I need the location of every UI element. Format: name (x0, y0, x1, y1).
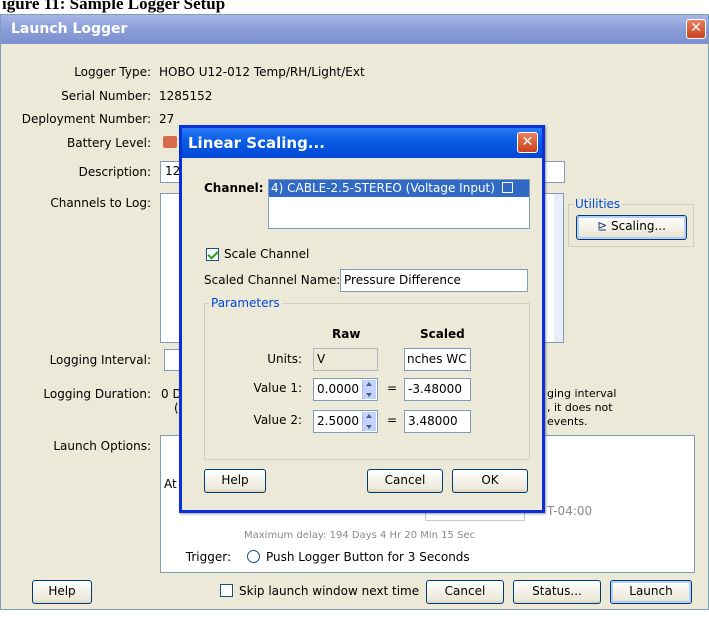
parameters-legend: Parameters (211, 296, 280, 310)
launch-button[interactable]: Launch (610, 580, 692, 604)
value1-raw-value: 0.0000 (317, 382, 359, 396)
dialog-title: Linear Scaling... (188, 134, 325, 152)
scaled-header: Scaled (420, 327, 465, 341)
equals-sign-1: = (387, 381, 398, 395)
help-button[interactable]: Help (32, 580, 92, 604)
skip-launch-label: Skip launch window next time (239, 584, 420, 598)
units-raw-field: V (313, 348, 378, 371)
units-label: Units: (267, 352, 302, 366)
channels-to-log-label: Channels to Log: (50, 196, 151, 210)
serial-number-value: 1285152 (159, 89, 213, 103)
note-line-2: , it does not (547, 401, 613, 414)
spinner-arrows-icon[interactable] (362, 412, 376, 431)
serial-number-label: Serial Number: (61, 89, 151, 103)
channel-input-icon (501, 182, 513, 193)
logging-duration-value-2: ( (174, 401, 179, 415)
value2-raw-spinner[interactable]: 2.5000 (313, 410, 378, 433)
logging-interval-label: Logging Interval: (49, 353, 151, 367)
scaling-button-label: Scaling... (610, 219, 666, 233)
dialog-titlebar: Linear Scaling... ✕ (182, 128, 542, 158)
value2-label: Value 2: (253, 413, 302, 427)
battery-icon (163, 136, 177, 148)
equals-sign-2: = (387, 413, 398, 427)
dialog-help-button[interactable]: Help (204, 469, 266, 493)
units-raw-value: V (317, 352, 326, 366)
status-button[interactable]: Status... (513, 580, 601, 604)
document-heading: igure 11: Sample Logger Setup (2, 0, 226, 13)
logger-type-label: Logger Type: (74, 65, 151, 79)
scale-channel-label: Scale Channel (224, 247, 310, 261)
at-label: At (164, 477, 177, 491)
channel-selected-text: 4) CABLE-2.5-STEREO (Voltage Input) (271, 181, 495, 195)
dialog-ok-button[interactable]: OK (452, 469, 528, 493)
value1-label: Value 1: (253, 381, 302, 395)
value2-scaled-input[interactable]: 3.48000 (404, 410, 471, 433)
channels-scrollbar[interactable] (554, 194, 563, 342)
value1-raw-spinner[interactable]: 0.0000 (313, 378, 378, 401)
skip-launch-checkbox[interactable] (220, 584, 233, 597)
launch-options-label: Launch Options: (53, 439, 151, 453)
linear-scaling-dialog: Linear Scaling... ✕ Channel: 4) CABLE-2.… (179, 125, 545, 513)
description-value: 12 (165, 164, 181, 178)
timezone-text: T-04:00 (547, 504, 593, 518)
trigger-option-label: Push Logger Button for 3 Seconds (266, 550, 470, 564)
description-label: Description: (78, 165, 151, 179)
max-delay-text: Maximum delay: 194 Days 4 Hr 20 Min 15 S… (244, 530, 476, 541)
scaled-name-label: Scaled Channel Name: (204, 273, 341, 287)
window-titlebar: Launch Logger ✕ (1, 15, 708, 44)
spinner-arrows-icon[interactable] (362, 380, 376, 399)
battery-level-label: Battery Level: (67, 136, 151, 150)
note-line-3: events. (547, 415, 588, 428)
scaled-name-value: Pressure Difference (344, 273, 461, 287)
channel-label: Channel: (204, 181, 264, 195)
dialog-close-icon[interactable]: ✕ (517, 132, 538, 153)
deployment-number-value: 27 (159, 112, 175, 126)
trigger-radio[interactable] (247, 550, 260, 563)
window-title: Launch Logger (11, 21, 128, 37)
deployment-number-label: Deployment Number: (21, 112, 151, 126)
trigger-label: Trigger: (185, 550, 231, 564)
utilities-legend: Utilities (575, 197, 621, 211)
cancel-button[interactable]: Cancel (426, 580, 504, 604)
value2-scaled-value: 3.48000 (408, 414, 458, 428)
scaling-icon: ⊵ (597, 219, 608, 233)
channel-list[interactable]: 4) CABLE-2.5-STEREO (Voltage Input) (268, 179, 530, 229)
value1-scaled-value: -3.48000 (408, 382, 462, 396)
logger-type-value: HOBO U12-012 Temp/RH/Light/Ext (159, 65, 365, 79)
units-scaled-input[interactable]: nches WC (404, 348, 471, 371)
close-icon[interactable]: ✕ (686, 19, 706, 39)
scale-channel-checkbox[interactable] (206, 248, 219, 261)
scaled-name-input[interactable]: Pressure Difference (340, 269, 528, 292)
scaling-button[interactable]: ⊵ Scaling... (576, 215, 687, 240)
channel-list-item[interactable]: 4) CABLE-2.5-STEREO (Voltage Input) (269, 180, 529, 197)
dialog-cancel-button[interactable]: Cancel (367, 469, 443, 493)
note-line-1: ging interval (547, 387, 617, 400)
units-scaled-value: nches WC (407, 352, 467, 366)
raw-header: Raw (332, 327, 361, 341)
value2-raw-value: 2.5000 (317, 414, 359, 428)
value1-scaled-input[interactable]: -3.48000 (404, 378, 471, 401)
logging-duration-label: Logging Duration: (43, 387, 151, 401)
